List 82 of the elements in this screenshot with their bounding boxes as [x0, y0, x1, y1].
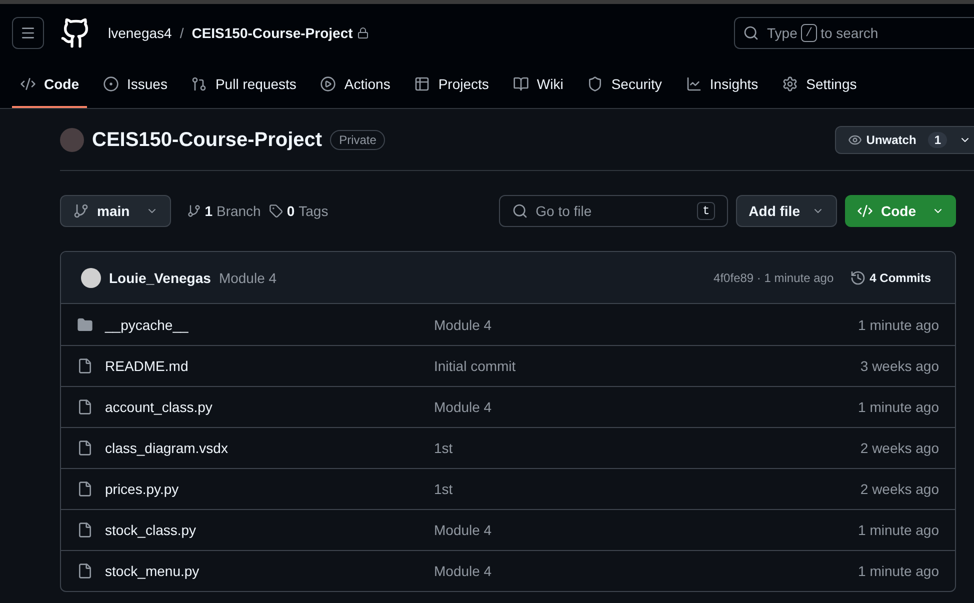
go-to-file-field[interactable]: Go to file t: [498, 195, 728, 227]
branch-icon: [73, 203, 89, 219]
nav-tab[interactable]: Insights: [678, 62, 766, 108]
watch-count: 1: [928, 132, 947, 148]
author-avatar: [81, 268, 101, 288]
search-key: /: [801, 24, 817, 42]
eye-icon: [848, 132, 862, 146]
commits-link[interactable]: 4 Commits: [850, 270, 931, 286]
folder-icon: [77, 316, 93, 332]
menu-button[interactable]: [12, 17, 44, 49]
file-name-link[interactable]: prices.py.py: [105, 479, 179, 499]
search-field[interactable]: Type / to search: [734, 17, 974, 49]
pull-request-icon: [191, 76, 208, 92]
visibility-label: Private: [330, 130, 386, 150]
file-name-link[interactable]: stock_menu.py: [105, 561, 200, 581]
file-time: 2 weeks ago: [860, 439, 939, 458]
commit-message[interactable]: Module 4: [218, 268, 277, 288]
repo-title: CEIS150-Course-Project: [92, 128, 322, 152]
file-icon: [77, 399, 93, 415]
shield-icon: [587, 76, 604, 92]
code-icon: [857, 203, 873, 219]
commit-message-link[interactable]: 1st: [434, 438, 453, 458]
table-icon: [414, 76, 430, 92]
nav-tab[interactable]: Pull requests: [183, 62, 304, 108]
lock-icon: [356, 27, 369, 39]
file-time: 2 weeks ago: [860, 480, 939, 499]
owner-link[interactable]: lvenegas4: [108, 23, 172, 43]
menu-icon: [20, 25, 36, 41]
nav-tab[interactable]: Wiki: [504, 62, 572, 108]
play-icon: [320, 76, 336, 92]
file-icon: [77, 358, 93, 374]
file-time: 1 minute ago: [858, 316, 939, 334]
nav-tab[interactable]: Projects: [406, 62, 497, 108]
search-icon: [743, 25, 759, 41]
go-to-file-placeholder: Go to file: [536, 202, 592, 221]
search-icon: [512, 203, 528, 219]
nav-tab[interactable]: Security: [579, 62, 670, 108]
tags-link[interactable]: 0 Tags: [268, 201, 328, 221]
author-link[interactable]: Louie_Venegas: [109, 268, 211, 288]
file-time: 1 minute ago: [858, 562, 939, 581]
code-icon: [20, 76, 36, 92]
history-icon: [850, 270, 866, 286]
search-placeholder: Type: [767, 24, 798, 43]
circle-dot-icon: [103, 76, 119, 92]
nav-tab[interactable]: Settings: [774, 62, 865, 108]
file-time: 3 weeks ago: [860, 357, 939, 376]
file-time: 1 minute ago: [858, 398, 939, 417]
settings-icon: [782, 76, 798, 92]
branch-icon: [186, 204, 201, 218]
commit-message-link[interactable]: Initial commit: [434, 356, 516, 376]
commit-message-link[interactable]: 1st: [434, 479, 453, 499]
repo-link[interactable]: CEIS150-Course-Project: [192, 23, 353, 43]
nav-tab[interactable]: Actions: [312, 62, 398, 108]
commit-message-link[interactable]: Module 4: [434, 561, 492, 581]
branch-button[interactable]: main: [60, 195, 171, 227]
file-icon: [77, 522, 93, 538]
shortcut-key: t: [697, 202, 715, 220]
file-name-link[interactable]: stock_class.py: [105, 520, 196, 540]
file-icon: [77, 481, 93, 497]
unwatch-button[interactable]: Unwatch 1: [835, 126, 974, 154]
graph-icon: [686, 76, 702, 92]
file-name-link[interactable]: account_class.py: [105, 397, 212, 417]
file-icon: [77, 440, 93, 456]
book-icon: [512, 76, 529, 92]
add-file-button[interactable]: Add file: [736, 195, 837, 227]
path-separator: /: [180, 24, 184, 43]
nav-tab[interactable]: Issues: [95, 62, 176, 108]
file-name-link[interactable]: README.md: [105, 356, 188, 376]
code-button[interactable]: Code: [845, 195, 956, 227]
file-icon: [77, 563, 93, 579]
commit-message-link[interactable]: Module 4: [434, 314, 492, 334]
file-time: 1 minute ago: [858, 521, 939, 540]
commit-message-link[interactable]: Module 4: [434, 520, 492, 540]
file-name-link[interactable]: __pycache__: [105, 314, 188, 334]
nav-tab[interactable]: Code: [12, 62, 87, 108]
avatar: [60, 128, 84, 152]
file-name-link[interactable]: class_diagram.vsdx: [105, 438, 228, 458]
commit-hash-time[interactable]: 4f0fe89 · 1 minute ago: [714, 270, 834, 286]
tag-icon: [268, 204, 283, 218]
search-placeholder: to search: [820, 24, 878, 43]
branches-link[interactable]: 1 Branch: [186, 201, 261, 221]
commit-message-link[interactable]: Module 4: [434, 397, 492, 417]
